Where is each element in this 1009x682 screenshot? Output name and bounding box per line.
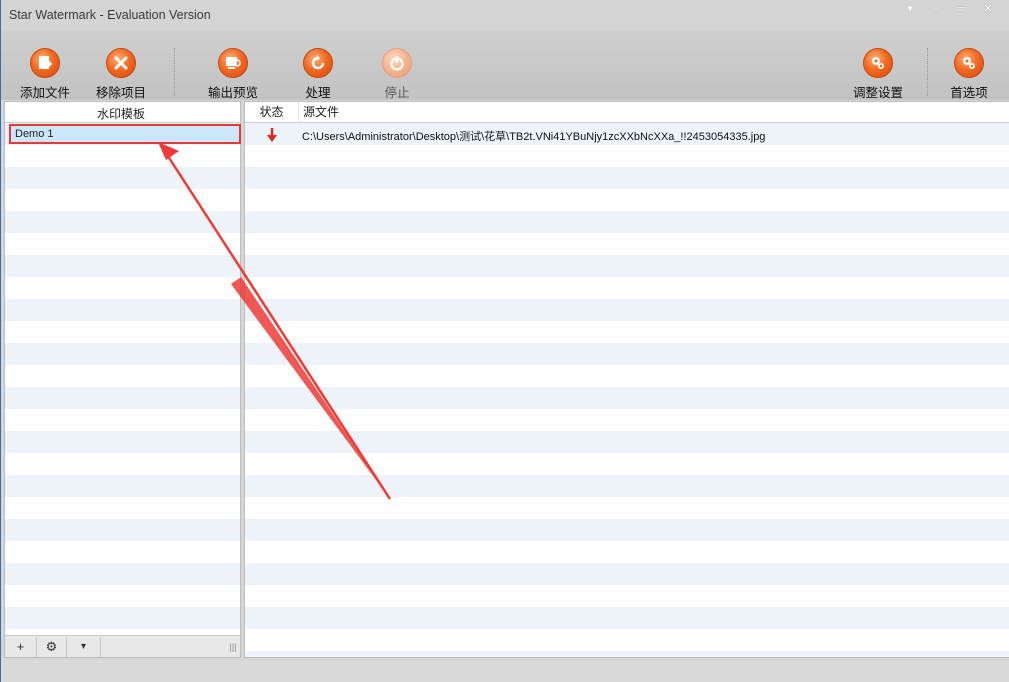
file-list-header: 状态 源文件 <box>245 102 1009 123</box>
adjust-settings-label: 调整设置 <box>852 85 903 100</box>
output-preview-button[interactable]: 输出预览 <box>198 48 268 100</box>
title-menu-button[interactable]: ▾ <box>897 0 923 16</box>
app-window: Star Watermark - Evaluation Version ▾ – … <box>0 0 1009 682</box>
file-list <box>245 123 1009 657</box>
source-file-path: C:\Users\Administrator\Desktop\测试\花草\TB2… <box>302 131 766 143</box>
add-template-button[interactable]: + <box>5 636 37 657</box>
toolbar-separator <box>927 48 928 96</box>
resize-grip[interactable]: ||| <box>226 637 240 657</box>
maximize-button[interactable]: ▭ <box>949 0 975 16</box>
gear-icon: ⚙ <box>45 638 58 654</box>
add-files-button[interactable]: 添加文件 <box>10 48 80 100</box>
template-item-demo-1[interactable]: Demo 1 <box>9 124 241 144</box>
window-controls: ▾ – ▭ ✕ <box>897 0 1001 16</box>
minimize-icon: – <box>932 2 940 14</box>
toolbar-separator <box>174 48 175 96</box>
file-list-panel: 状态 源文件 C:\Users\Administrator\Desktop\测试… <box>244 101 1009 658</box>
template-toolbar: + ⚙ ▾ ||| <box>5 635 240 657</box>
template-list-header: 水印模板 <box>5 102 240 123</box>
status-bar <box>1 660 1009 682</box>
chevron-down-icon: ▾ <box>907 2 913 15</box>
template-item-label: Demo 1 <box>15 128 54 140</box>
minimize-button[interactable]: – <box>923 0 949 16</box>
stop-button[interactable]: 停止 <box>362 48 432 100</box>
chevron-down-icon: ▾ <box>80 641 87 652</box>
process-label: 处理 <box>305 85 331 100</box>
close-icon: ✕ <box>983 2 993 15</box>
template-list <box>5 123 240 657</box>
remove-icon <box>106 48 136 78</box>
template-settings-button[interactable]: ⚙ <box>37 636 67 657</box>
add-files-label: 添加文件 <box>19 85 70 100</box>
preferences-gears-icon <box>954 48 984 78</box>
add-file-icon <box>30 48 60 78</box>
file-row[interactable]: C:\Users\Administrator\Desktop\测试\花草\TB2… <box>245 124 1009 145</box>
plus-icon: + <box>16 639 25 654</box>
toolbar: 添加文件 移除项目 输出预览 处理 停止 调整设置 首选项 <box>1 30 1009 100</box>
maximize-icon: ▭ <box>956 2 968 15</box>
process-button[interactable]: 处理 <box>283 48 353 100</box>
preferences-label: 首选项 <box>950 85 988 100</box>
status-column-header[interactable]: 状态 <box>245 102 299 123</box>
down-arrow-icon <box>267 128 277 142</box>
preview-icon <box>218 48 248 78</box>
source-file-column-header[interactable]: 源文件 <box>303 102 339 123</box>
remove-item-button[interactable]: 移除项目 <box>86 48 156 100</box>
stop-icon <box>382 48 412 78</box>
grip-icon: ||| <box>229 641 237 652</box>
preferences-button[interactable]: 首选项 <box>934 48 1004 100</box>
stop-label: 停止 <box>384 85 410 100</box>
watermark-template-panel: 水印模板 Demo 1 + ⚙ ▾ ||| <box>4 101 241 658</box>
template-menu-button[interactable]: ▾ <box>67 636 101 657</box>
adjust-settings-button[interactable]: 调整设置 <box>843 48 913 100</box>
close-button[interactable]: ✕ <box>975 0 1001 16</box>
template-column-header[interactable]: 水印模板 <box>97 105 145 122</box>
refresh-icon <box>303 48 333 78</box>
remove-item-label: 移除项目 <box>95 85 146 100</box>
output-preview-label: 输出预览 <box>207 85 258 100</box>
settings-gears-icon <box>863 48 893 78</box>
window-title: Star Watermark - Evaluation Version <box>9 8 211 22</box>
title-bar: Star Watermark - Evaluation Version ▾ – … <box>1 0 1009 30</box>
